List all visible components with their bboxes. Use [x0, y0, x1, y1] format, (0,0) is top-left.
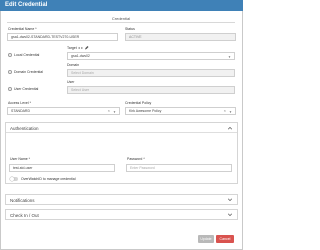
- password-input[interactable]: Enter Password: [126, 164, 232, 172]
- domain-credential-label: Domain Credential: [14, 70, 43, 74]
- caret-down-icon: ▼: [229, 110, 232, 114]
- target-select[interactable]: gsa1-dws02 ▼: [67, 52, 235, 60]
- chevron-down-icon[interactable]: [227, 197, 233, 203]
- dialog-title: Edit Credential: [5, 2, 48, 8]
- domain-credential-radio[interactable]: [8, 70, 12, 74]
- notifications-title: Notifications: [10, 198, 35, 203]
- domain-select[interactable]: Select Domain: [67, 69, 235, 77]
- user-name-label: User Name *: [10, 157, 31, 161]
- user-credential-label: User Credential: [14, 87, 39, 91]
- credential-policy-select[interactable]: Kirk Awesome Policy × ▼: [125, 107, 236, 115]
- domain-label: Domain: [67, 63, 80, 67]
- caret-down-icon: ▼: [228, 55, 231, 59]
- user-select[interactable]: Select User: [67, 86, 235, 94]
- user-label: User: [67, 80, 75, 84]
- credential-policy-label: Credential Policy: [125, 101, 152, 105]
- checkin-title: Check In / Out: [10, 213, 39, 218]
- update-button[interactable]: Update: [198, 235, 214, 243]
- section-title: Credential: [7, 15, 235, 23]
- checkin-panel[interactable]: Check In / Out: [5, 209, 238, 220]
- clear-icon[interactable]: ×: [224, 108, 226, 114]
- chevron-down-icon[interactable]: [227, 212, 233, 218]
- edit-credential-dialog: Edit Credential Credential Credential Na…: [0, 0, 243, 250]
- notifications-panel[interactable]: Notifications: [5, 194, 238, 205]
- edit-icon[interactable]: [84, 46, 89, 50]
- user-name-input[interactable]: test-std-user: [9, 164, 115, 172]
- password-label: Password *: [127, 157, 145, 161]
- status-field: ACTIVE: [125, 33, 236, 41]
- local-credential-label: Local Credential: [14, 53, 40, 57]
- credential-name-label: Credential Name *: [8, 27, 37, 31]
- status-label: Status: [125, 27, 135, 31]
- link-icon: [78, 47, 83, 49]
- authentication-panel: Authentication User Name * Password *: [5, 122, 238, 184]
- credential-policy-value: Kirk Awesome Policy: [129, 109, 162, 113]
- overwatch-toggle[interactable]: [10, 177, 18, 181]
- target-label: Target: [67, 46, 77, 50]
- overwatch-toggle-label: OverWatchID to manage credential: [21, 177, 76, 181]
- chevron-up-icon[interactable]: [227, 125, 233, 131]
- caret-down-icon: ▼: [113, 110, 116, 114]
- access-level-value: STANDARD: [11, 109, 30, 113]
- target-value: gsa1-dws02: [71, 54, 90, 58]
- authentication-title: Authentication: [10, 126, 39, 131]
- clear-icon[interactable]: ×: [108, 108, 110, 114]
- user-credential-radio[interactable]: [8, 87, 12, 91]
- local-credential-radio[interactable]: [8, 53, 12, 57]
- title-bar: Edit Credential: [0, 0, 243, 11]
- target-label-wrap: Target: [67, 46, 89, 50]
- credential-name-input[interactable]: gsa1-dws02-STANDARD-TESTV270-USER: [7, 33, 118, 41]
- authentication-panel-header[interactable]: Authentication: [6, 123, 237, 133]
- access-level-label: Access Level *: [8, 101, 31, 105]
- cancel-button[interactable]: Cancel: [216, 235, 234, 243]
- access-level-select[interactable]: STANDARD × ▼: [7, 107, 120, 115]
